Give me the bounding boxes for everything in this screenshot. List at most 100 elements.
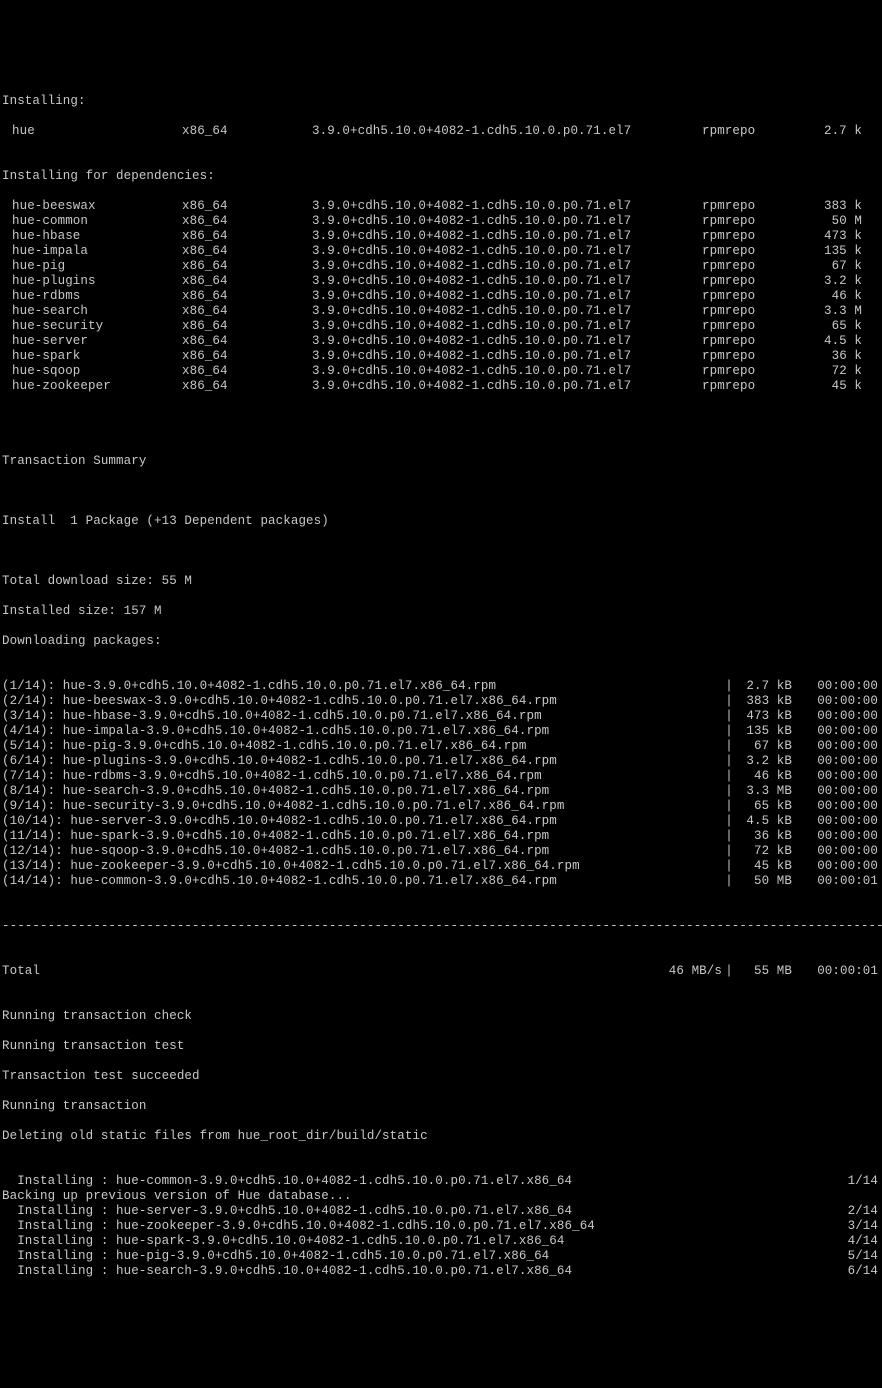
section-installing-header: Installing: [2,94,882,109]
pkg-row: hue-beeswaxx86_643.9.0+cdh5.10.0+4082-1.… [2,199,882,214]
pkg-repo: rpmrepo [702,244,792,259]
pkg-name: hue-spark [2,349,182,364]
pkg-arch: x86_64 [182,259,312,274]
download-file: (4/14): hue-impala-3.9.0+cdh5.10.0+4082-… [2,724,722,739]
pkg-version: 3.9.0+cdh5.10.0+4082-1.cdh5.10.0.p0.71.e… [312,364,702,379]
divider-pipe: | [722,694,736,709]
pkg-arch: x86_64 [182,379,312,394]
download-time: 00:00:00 [810,829,882,844]
pkg-name: hue-beeswax [2,199,182,214]
download-file: (6/14): hue-plugins-3.9.0+cdh5.10.0+4082… [2,754,722,769]
install-step: Installing : hue-search-3.9.0+cdh5.10.0+… [2,1264,882,1279]
install-step-text: Installing : hue-server-3.9.0+cdh5.10.0+… [2,1204,818,1219]
pkg-name: hue-rdbms [2,289,182,304]
download-size: 65 kB [736,799,792,814]
pkg-size: 65 k [792,319,868,334]
pkg-row: hue-searchx86_643.9.0+cdh5.10.0+4082-1.c… [2,304,882,319]
download-size: 135 kB [736,724,792,739]
download-time: 00:00:00 [810,679,882,694]
pkg-name: hue-hbase [2,229,182,244]
download-row: (6/14): hue-plugins-3.9.0+cdh5.10.0+4082… [2,754,882,769]
download-size: 3.3 MB [736,784,792,799]
install-step: Installing : hue-pig-3.9.0+cdh5.10.0+408… [2,1249,882,1264]
pkg-size: 50 M [792,214,868,229]
pkg-size: 383 k [792,199,868,214]
status-line: Running transaction [2,1099,882,1114]
pkg-arch: x86_64 [182,229,312,244]
divider-pipe: | [722,709,736,724]
pkg-repo: rpmrepo [702,274,792,289]
download-file: (3/14): hue-hbase-3.9.0+cdh5.10.0+4082-1… [2,709,722,724]
pkg-row: hue-sparkx86_643.9.0+cdh5.10.0+4082-1.cd… [2,349,882,364]
pkg-arch: x86_64 [182,334,312,349]
download-file: (10/14): hue-server-3.9.0+cdh5.10.0+4082… [2,814,722,829]
download-list: (1/14): hue-3.9.0+cdh5.10.0+4082-1.cdh5.… [2,679,882,889]
download-time: 00:00:00 [810,799,882,814]
pkg-version: 3.9.0+cdh5.10.0+4082-1.cdh5.10.0.p0.71.e… [312,319,702,334]
download-row: (4/14): hue-impala-3.9.0+cdh5.10.0+4082-… [2,724,882,739]
pkg-repo: rpmrepo [702,259,792,274]
download-row: (9/14): hue-security-3.9.0+cdh5.10.0+408… [2,799,882,814]
divider-pipe: | [722,724,736,739]
transaction-summary-header: Transaction Summary [2,454,882,469]
pkg-size: 36 k [792,349,868,364]
pkg-version: 3.9.0+cdh5.10.0+4082-1.cdh5.10.0.p0.71.e… [312,334,702,349]
pkg-arch: x86_64 [182,199,312,214]
pkg-name: hue-zookeeper [2,379,182,394]
download-time: 00:00:00 [810,724,882,739]
pkg-size: 72 k [792,364,868,379]
pkg-arch: x86_64 [182,304,312,319]
install-step-progress: 5/14 [818,1249,882,1264]
divider-pipe: | [722,754,736,769]
status-line: Transaction test succeeded [2,1069,882,1084]
pkg-row: hue-rdbmsx86_643.9.0+cdh5.10.0+4082-1.cd… [2,289,882,304]
download-row: (10/14): hue-server-3.9.0+cdh5.10.0+4082… [2,814,882,829]
divider-pipe: | [722,844,736,859]
download-row: (14/14): hue-common-3.9.0+cdh5.10.0+4082… [2,874,882,889]
pkg-arch: x86_64 [182,214,312,229]
pkg-name: hue-server [2,334,182,349]
download-row: (12/14): hue-sqoop-3.9.0+cdh5.10.0+4082-… [2,844,882,859]
divider-pipe: | [722,679,736,694]
pkg-size: 3.3 M [792,304,868,319]
pkg-size: 473 k [792,229,868,244]
pkg-row: hue-pluginsx86_643.9.0+cdh5.10.0+4082-1.… [2,274,882,289]
pkg-version: 3.9.0+cdh5.10.0+4082-1.cdh5.10.0.p0.71.e… [312,289,702,304]
pkg-name: hue-pig [2,259,182,274]
pkg-repo: rpmrepo [702,229,792,244]
install-step: Installing : hue-zookeeper-3.9.0+cdh5.10… [2,1219,882,1234]
download-time: 00:00:00 [810,694,882,709]
download-size: 383 kB [736,694,792,709]
pkg-version: 3.9.0+cdh5.10.0+4082-1.cdh5.10.0.p0.71.e… [312,199,702,214]
pkg-repo: rpmrepo [702,349,792,364]
pkg-repo: rpmrepo [702,379,792,394]
pkg-version: 3.9.0+cdh5.10.0+4082-1.cdh5.10.0.p0.71.e… [312,304,702,319]
pkg-repo: rpmrepo [702,319,792,334]
download-row: (8/14): hue-search-3.9.0+cdh5.10.0+4082-… [2,784,882,799]
download-size: 72 kB [736,844,792,859]
status-line: Running transaction test [2,1039,882,1054]
pkg-row: hue-pigx86_643.9.0+cdh5.10.0+4082-1.cdh5… [2,259,882,274]
pkg-repo: rpmrepo [702,124,792,139]
pkg-row: hue-zookeeperx86_643.9.0+cdh5.10.0+4082-… [2,379,882,394]
download-file: (5/14): hue-pig-3.9.0+cdh5.10.0+4082-1.c… [2,739,722,754]
download-size: 50 MB [736,874,792,889]
total-size: 55 MB [736,964,792,979]
pkg-version: 3.9.0+cdh5.10.0+4082-1.cdh5.10.0.p0.71.e… [312,124,702,139]
pkg-arch: x86_64 [182,124,312,139]
pkg-version: 3.9.0+cdh5.10.0+4082-1.cdh5.10.0.p0.71.e… [312,259,702,274]
pkg-name: hue-common [2,214,182,229]
download-time: 00:00:00 [810,709,882,724]
download-row: (13/14): hue-zookeeper-3.9.0+cdh5.10.0+4… [2,859,882,874]
pkg-version: 3.9.0+cdh5.10.0+4082-1.cdh5.10.0.p0.71.e… [312,214,702,229]
downloading-header: Downloading packages: [2,634,882,649]
install-step-text: Installing : hue-zookeeper-3.9.0+cdh5.10… [2,1219,818,1234]
pkg-name: hue-sqoop [2,364,182,379]
pkg-arch: x86_64 [182,364,312,379]
pkg-name: hue-search [2,304,182,319]
download-size: 2.7 kB [736,679,792,694]
install-step-progress: 1/14 [818,1174,882,1189]
pkg-row: hue-securityx86_643.9.0+cdh5.10.0+4082-1… [2,319,882,334]
install-step-progress: 2/14 [818,1204,882,1219]
divider-pipe: | [722,964,736,979]
